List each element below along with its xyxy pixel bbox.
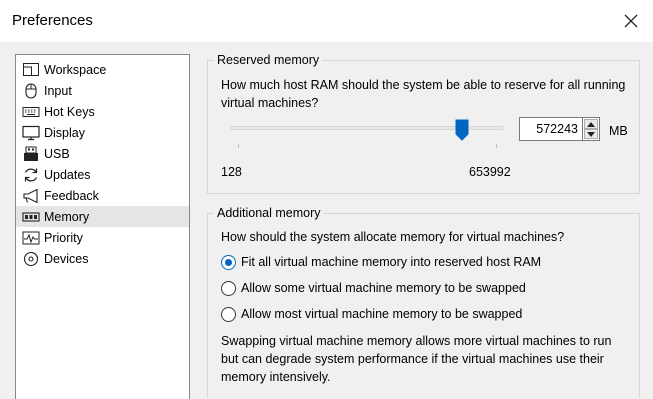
group-title: Additional memory: [214, 206, 324, 220]
monitor-icon: [22, 125, 40, 141]
priority-icon: [22, 230, 40, 246]
nav-item-label: Memory: [44, 209, 90, 224]
nav-item-label: Feedback: [44, 188, 99, 203]
nav-item-label: Display: [44, 125, 85, 140]
keyboard-icon: [22, 104, 40, 120]
nav-item-label: Input: [44, 83, 72, 98]
memory-spinner: [582, 117, 600, 141]
nav-item-updates[interactable]: Updates: [16, 164, 189, 185]
radio-dot: [225, 258, 232, 266]
radio-label: Fit all virtual machine memory into rese…: [241, 255, 542, 269]
category-list[interactable]: Workspace Input Hot Keys Display USB Upd…: [15, 54, 190, 399]
radio-allow-most[interactable]: Allow most virtual machine memory to be …: [221, 304, 522, 324]
workspace-icon: [22, 62, 40, 78]
nav-item-feedback[interactable]: Feedback: [16, 185, 189, 206]
nav-item-label: Workspace: [44, 62, 107, 77]
nav-item-hot-keys[interactable]: Hot Keys: [16, 101, 189, 122]
radio-fit-all[interactable]: Fit all virtual machine memory into rese…: [221, 252, 541, 272]
title-bar: Preferences: [0, 0, 653, 42]
window-title: Preferences: [12, 12, 93, 29]
swap-note: Swapping virtual machine memory allows m…: [221, 334, 612, 384]
nav-item-workspace[interactable]: Workspace: [16, 59, 189, 80]
updates-icon: [22, 167, 40, 183]
group-title: Reserved memory: [214, 53, 323, 67]
nav-item-label: Updates: [44, 167, 91, 182]
slider-tick-min: [238, 144, 239, 148]
radio-button[interactable]: [221, 254, 236, 270]
nav-item-label: USB: [44, 146, 70, 161]
chevron-down-icon: [587, 131, 595, 137]
chevron-up-icon: [587, 121, 595, 127]
reserved-memory-question: How much host RAM should the system be a…: [221, 78, 626, 110]
memory-icon: [22, 209, 40, 225]
usb-icon: [22, 146, 40, 162]
nav-item-priority[interactable]: Priority: [16, 227, 189, 248]
nav-item-usb[interactable]: USB: [16, 143, 189, 164]
nav-item-memory[interactable]: Memory: [16, 206, 189, 227]
feedback-icon: [22, 188, 40, 204]
radio-button[interactable]: [221, 306, 236, 322]
radio-allow-some[interactable]: Allow some virtual machine memory to be …: [221, 278, 526, 298]
nav-item-label: Hot Keys: [44, 104, 95, 119]
dialog-body: Workspace Input Hot Keys Display USB Upd…: [0, 42, 653, 399]
devices-icon: [22, 251, 40, 267]
slider-max-label: 653992: [469, 165, 511, 179]
close-icon: [624, 14, 638, 28]
memory-slider-thumb[interactable]: [455, 119, 469, 141]
radio-label: Allow some virtual machine memory to be …: [241, 281, 526, 295]
slider-tick-max: [496, 144, 497, 148]
memory-unit-label: MB: [609, 124, 628, 138]
radio-label: Allow most virtual machine memory to be …: [241, 307, 523, 321]
mouse-icon: [22, 82, 40, 99]
additional-memory-question: How should the system allocate memory fo…: [221, 230, 565, 244]
radio-button[interactable]: [221, 280, 236, 296]
spin-down-button[interactable]: [584, 129, 598, 139]
nav-item-label: Priority: [44, 230, 83, 245]
slider-min-label: 128: [221, 165, 242, 179]
nav-item-display[interactable]: Display: [16, 122, 189, 143]
nav-item-label: Devices: [44, 251, 89, 266]
reserved-memory-input[interactable]: [519, 117, 583, 141]
spin-up-button[interactable]: [584, 119, 598, 129]
nav-item-input[interactable]: Input: [16, 80, 189, 101]
nav-item-devices[interactable]: Devices: [16, 248, 189, 269]
close-button[interactable]: [619, 9, 643, 33]
